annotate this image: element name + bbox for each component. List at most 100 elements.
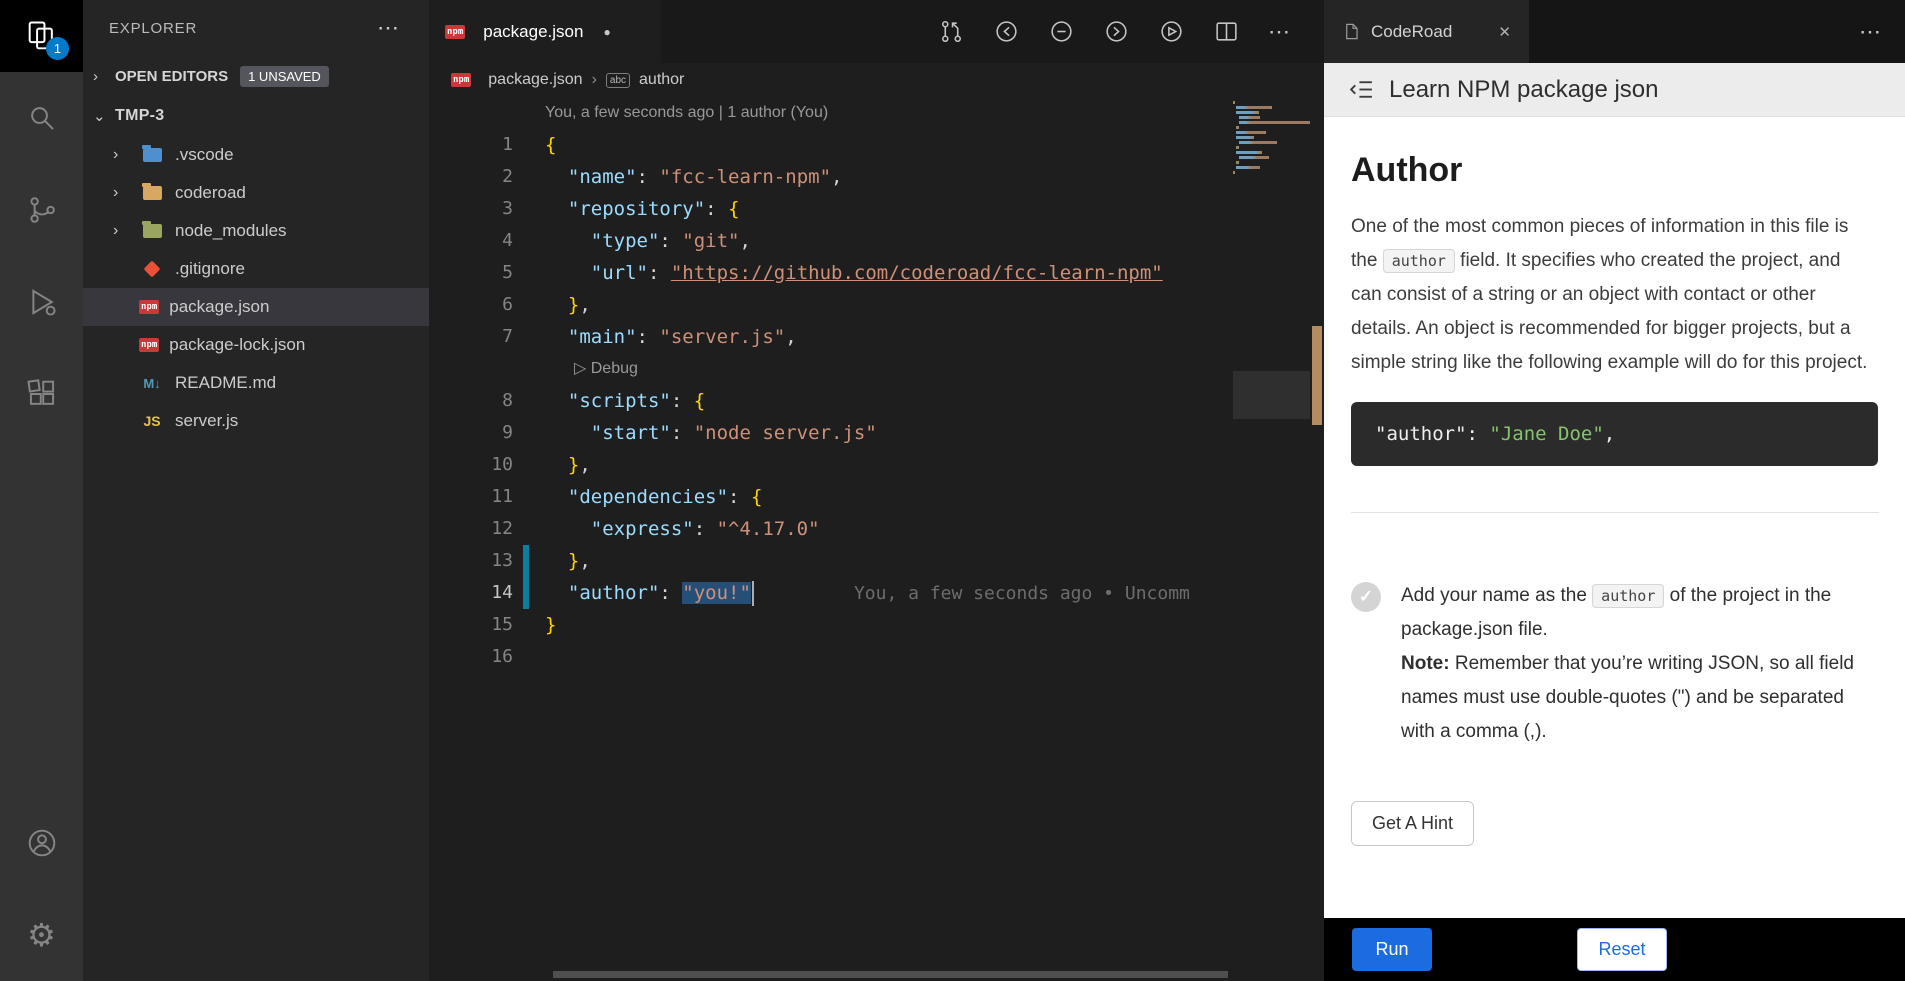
panel-tab-strip: CodeRoad ✕ ⋯ [1324, 0, 1905, 63]
line-number: 15 [429, 609, 513, 641]
file-item-readme-md[interactable]: M↓README.md [83, 364, 429, 402]
breadcrumb-file[interactable]: package.json [488, 71, 582, 89]
editor-group: npm package.json ● ⋯ [429, 0, 1324, 981]
line-number: 8 [429, 385, 513, 417]
explorer-activity-button[interactable]: 1 [0, 0, 83, 72]
accounts-activity-button[interactable] [0, 797, 83, 889]
editor-more-actions-icon[interactable]: ⋯ [1268, 19, 1290, 45]
run-debug-activity-button[interactable] [0, 256, 83, 348]
file-label: coderoad [175, 183, 246, 203]
run-button[interactable]: Run [1352, 928, 1432, 971]
modified-dot-icon: ● [603, 25, 610, 39]
git-icon [139, 259, 165, 279]
section-heading: Author [1351, 151, 1875, 190]
lesson-title: Learn NPM package json [1389, 76, 1658, 104]
overview-ruler[interactable] [1310, 97, 1324, 981]
sidebar-more-icon[interactable]: ⋯ [377, 15, 399, 41]
file-item-server-js[interactable]: JS server.js [83, 402, 429, 440]
md-icon: M↓ [139, 373, 165, 393]
run-debug-icon [26, 286, 58, 318]
line-number: 4 [429, 225, 513, 257]
line-number: 2 [429, 161, 513, 193]
next-change-icon[interactable] [1103, 18, 1130, 45]
code-line-4[interactable]: 4 "type": "git", [429, 225, 1233, 257]
codelens-authors[interactable]: You, a few seconds ago | 1 author (You) [429, 97, 1233, 129]
code-line-3[interactable]: 3 "repository": { [429, 193, 1233, 225]
code-line-16[interactable]: 16 [429, 641, 1233, 673]
open-editors-section[interactable]: › OPEN EDITORS 1 UNSAVED [83, 56, 429, 96]
line-number: 12 [429, 513, 513, 545]
code-line-7[interactable]: 7 "main": "server.js", [429, 321, 1233, 353]
editor-tab-strip: npm package.json ● ⋯ [429, 0, 1324, 63]
file-item--gitignore[interactable]: .gitignore [83, 250, 429, 288]
split-editor-icon[interactable] [1213, 18, 1240, 45]
code-line-9[interactable]: 9 "start": "node server.js" [429, 417, 1233, 449]
file-item-coderoad[interactable]: ›coderoad [83, 174, 429, 212]
code-line-14[interactable]: 14 "author": "you!"You, a few seconds ag… [429, 577, 1233, 609]
folder-vscode-icon [139, 145, 165, 165]
run-file-icon[interactable] [1158, 18, 1185, 45]
file-item-package-json[interactable]: npmpackage.json [83, 288, 429, 326]
inline-code-chip: author [1592, 584, 1664, 608]
open-changes-icon[interactable] [993, 18, 1020, 45]
reset-button[interactable]: Reset [1577, 928, 1667, 971]
code-line-6[interactable]: 6 }, [429, 289, 1233, 321]
breadcrumb-symbol[interactable]: author [639, 71, 684, 89]
previous-change-icon[interactable] [1048, 18, 1075, 45]
folder-green-icon [139, 221, 165, 241]
divider [1351, 512, 1879, 513]
minimap-slider[interactable] [1233, 371, 1310, 419]
file-item-package-lock-json[interactable]: npmpackage-lock.json [83, 326, 429, 364]
horizontal-scrollbar[interactable] [553, 971, 1228, 978]
workspace-root-section[interactable]: ⌄ TMP-3 [83, 96, 429, 136]
file-item-node-modules[interactable]: ›node_modules [83, 212, 429, 250]
code-line-8[interactable]: 8 "scripts": { [429, 385, 1233, 417]
panel-more-icon[interactable]: ⋯ [1859, 19, 1881, 45]
back-outdent-icon[interactable] [1348, 76, 1375, 103]
line-number: 11 [429, 481, 513, 513]
symbol-string-icon: abc [606, 73, 630, 88]
code-line-5[interactable]: 5 "url": "https://github.com/coderoad/fc… [429, 257, 1233, 289]
tab-coderoad[interactable]: CodeRoad ✕ [1324, 0, 1529, 63]
explorer-badge: 1 [46, 37, 69, 60]
code-line-13[interactable]: 13 }, [429, 545, 1233, 577]
line-number: 3 [429, 193, 513, 225]
code-line-11[interactable]: 11 "dependencies": { [429, 481, 1233, 513]
code-line-12[interactable]: 12 "express": "^4.17.0" [429, 513, 1233, 545]
tab-package-json[interactable]: npm package.json ● [429, 0, 661, 63]
breadcrumb-separator-icon: › [592, 71, 597, 89]
lesson-paragraph: One of the most common pieces of informa… [1351, 210, 1875, 380]
chevron-down-icon: ⌄ [93, 107, 115, 125]
folder-orange-icon [139, 183, 165, 203]
search-activity-button[interactable] [0, 72, 83, 164]
code-line-15[interactable]: 15} [429, 609, 1233, 641]
vscode-window: { "colors": { "accent_blue": "#007acc", … [0, 0, 1905, 981]
code-line-2[interactable]: 2 "name": "fcc-learn-npm", [429, 161, 1233, 193]
gear-icon: ⚙ [27, 919, 56, 951]
settings-activity-button[interactable]: ⚙ [0, 889, 83, 981]
breadcrumb: npm package.json › abc author [429, 63, 1324, 97]
extensions-icon [26, 378, 58, 410]
line-number: 14 [429, 577, 513, 609]
file-label: node_modules [175, 221, 287, 241]
source-control-activity-button[interactable] [0, 164, 83, 256]
account-icon [26, 827, 58, 859]
file-label: server.js [175, 411, 238, 431]
minimap[interactable] [1233, 101, 1310, 181]
codelens-debug[interactable]: ▷ Debug [429, 353, 1233, 385]
js-icon: JS [139, 411, 165, 431]
chevron-right-icon: › [113, 146, 139, 164]
get-hint-button[interactable]: Get A Hint [1351, 801, 1474, 846]
compare-changes-icon[interactable] [938, 18, 965, 45]
npm-icon: npm [139, 300, 159, 314]
close-icon[interactable]: ✕ [1498, 23, 1511, 41]
extensions-activity-button[interactable] [0, 348, 83, 440]
file-tree: › .vscode ›coderoad›node_modules.gitignore… [83, 136, 429, 440]
code-line-10[interactable]: 10 }, [429, 449, 1233, 481]
search-icon [26, 102, 58, 134]
line-number: 5 [429, 257, 513, 289]
line-number: 1 [429, 129, 513, 161]
code-line-1[interactable]: 1{ [429, 129, 1233, 161]
file-item--vscode[interactable]: › .vscode [83, 136, 429, 174]
file-label: .vscode [175, 145, 234, 165]
